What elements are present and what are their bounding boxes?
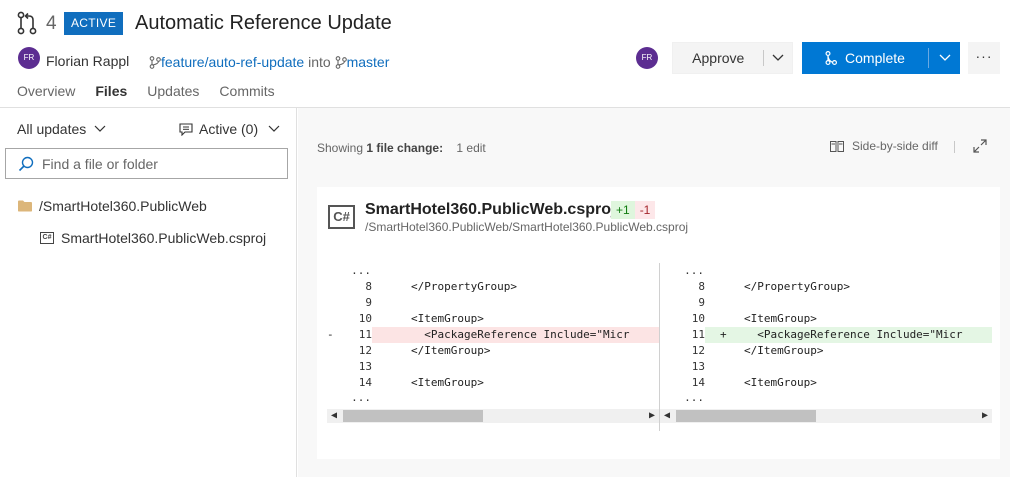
- comment-icon: [179, 122, 193, 136]
- target-branch-link[interactable]: master: [347, 54, 390, 70]
- scroll-right-icon[interactable]: ▶: [645, 409, 659, 423]
- collapsed-lines-top[interactable]: ...: [674, 265, 704, 277]
- change-summary: Showing 1 file change: 1 edit: [317, 141, 486, 155]
- file-search-box[interactable]: [5, 148, 288, 179]
- file-diff-card: C# SmartHotel360.PublicWeb.csproj +1 -1 …: [317, 187, 1000, 459]
- branch-icon: [149, 56, 161, 69]
- approve-dropdown[interactable]: [763, 50, 792, 66]
- file-change-count: 1 file change:: [366, 141, 444, 155]
- page-title: Automatic Reference Update: [135, 12, 392, 34]
- table-row: 10 <ItemGroup>: [691, 312, 817, 325]
- pull-request-icon: [17, 11, 37, 35]
- chevron-down-icon: [268, 125, 280, 132]
- chevron-down-icon: [94, 125, 106, 132]
- complete-label: Complete: [845, 50, 905, 66]
- merge-icon: [825, 51, 838, 65]
- csharp-file-icon: C#: [328, 205, 355, 229]
- edit-count: 1 edit: [456, 141, 486, 155]
- table-row: 8 </PropertyGroup>: [698, 280, 850, 293]
- reviewer-avatar[interactable]: FR: [636, 47, 658, 69]
- scrollbar-thumb[interactable]: [343, 410, 483, 422]
- tree-file-item[interactable]: C# SmartHotel360.PublicWeb.csproj: [40, 230, 266, 246]
- deletions-count: -1: [634, 201, 656, 219]
- search-icon: [18, 156, 34, 171]
- file-name-label: SmartHotel360.PublicWeb.csproj: [61, 230, 267, 246]
- tree-folder-item[interactable]: /SmartHotel360.PublicWeb: [18, 198, 207, 214]
- collapsed-lines-bottom[interactable]: ...: [341, 392, 371, 404]
- scroll-right-icon[interactable]: ▶: [978, 409, 992, 423]
- approve-button[interactable]: Approve: [672, 42, 793, 74]
- diff-panel: Showing 1 file change: 1 edit Side-by-si…: [298, 108, 1010, 477]
- diff-original-pane: ... 8 </PropertyGroup> 9 10 <ItemGroup> 11…: [327, 263, 659, 431]
- table-row: 9: [365, 296, 372, 309]
- tab-files[interactable]: Files: [95, 83, 127, 99]
- file-search-input[interactable]: [42, 155, 282, 172]
- scroll-left-icon[interactable]: ◀: [660, 409, 674, 423]
- branch-icon: [335, 56, 347, 69]
- table-row: 12 </ItemGroup>: [691, 344, 824, 357]
- comments-filter-label: Active (0): [199, 121, 259, 137]
- branch-info: feature/auto-ref-update into master: [149, 54, 389, 70]
- horizontal-scrollbar[interactable]: ◀ ▶: [327, 409, 659, 423]
- diff-stats: +1 -1: [611, 201, 656, 219]
- table-row: 9: [698, 296, 705, 309]
- horizontal-scrollbar[interactable]: ◀ ▶: [660, 409, 992, 423]
- table-row: 13: [358, 360, 372, 373]
- more-actions-button[interactable]: ···: [968, 42, 1000, 74]
- file-tree-panel: All updates Active (0) /SmartHotel360.Pu…: [0, 108, 297, 477]
- status-badge: ACTIVE: [64, 12, 124, 35]
- view-mode-label: Side-by-side diff: [852, 139, 938, 153]
- folder-icon: [18, 200, 32, 212]
- chevron-down-icon: [939, 54, 950, 61]
- table-row: 14 <ItemGroup>: [358, 376, 484, 389]
- folder-name: /SmartHotel360.PublicWeb: [39, 198, 207, 214]
- tab-commits[interactable]: Commits: [219, 83, 274, 99]
- chevron-down-icon: [772, 54, 784, 61]
- complete-main[interactable]: Complete: [802, 42, 928, 74]
- comments-filter-dropdown[interactable]: Active (0): [179, 121, 280, 137]
- collapsed-lines-top[interactable]: ...: [341, 265, 371, 277]
- diff-file-path: /SmartHotel360.PublicWeb/SmartHotel360.P…: [365, 220, 689, 234]
- showing-prefix: Showing: [317, 141, 364, 155]
- collapsed-lines-bottom[interactable]: ...: [674, 392, 704, 404]
- side-by-side-icon: [830, 140, 844, 152]
- deleted-line-row: 11- <PackageReference Include="Micr: [327, 327, 659, 343]
- pr-header: 4 ACTIVE Automatic Reference Update FR F…: [0, 0, 1010, 108]
- updates-filter-label: All updates: [17, 121, 87, 137]
- added-line-row: 11 + <PackageReference Include="Micr: [660, 327, 992, 343]
- additions-count: +1: [611, 201, 635, 219]
- updates-filter-dropdown[interactable]: All updates: [17, 121, 106, 137]
- tab-bar: Overview Files Updates Commits: [17, 83, 275, 99]
- into-label: into: [308, 54, 331, 70]
- source-branch-link[interactable]: feature/auto-ref-update: [161, 54, 304, 70]
- view-mode-toggle[interactable]: Side-by-side diff: [830, 139, 938, 153]
- table-row: 12 </ItemGroup>: [358, 344, 491, 357]
- expand-icon[interactable]: [973, 139, 987, 153]
- complete-dropdown[interactable]: [928, 48, 960, 68]
- table-row: 14 <ItemGroup>: [691, 376, 817, 389]
- approve-label[interactable]: Approve: [673, 43, 763, 73]
- table-row: 10 <ItemGroup>: [358, 312, 484, 325]
- diff-modified-pane: ... 8 </PropertyGroup> 9 10 <ItemGroup> 11…: [660, 263, 992, 431]
- csharp-file-icon: C#: [40, 232, 54, 244]
- scrollbar-thumb[interactable]: [676, 410, 816, 422]
- toolbar-divider: [954, 141, 955, 153]
- author-avatar[interactable]: FR: [18, 47, 40, 69]
- complete-button[interactable]: Complete: [802, 42, 960, 74]
- tab-updates[interactable]: Updates: [147, 83, 199, 99]
- pr-number: 4: [46, 13, 57, 34]
- table-row: 8 </PropertyGroup>: [365, 280, 517, 293]
- author-name[interactable]: Florian Rappl: [46, 53, 129, 69]
- diff-file-name[interactable]: SmartHotel360.PublicWeb.csproj: [365, 201, 615, 219]
- scroll-left-icon[interactable]: ◀: [327, 409, 341, 423]
- table-row: 13: [691, 360, 705, 373]
- tab-overview[interactable]: Overview: [17, 83, 75, 99]
